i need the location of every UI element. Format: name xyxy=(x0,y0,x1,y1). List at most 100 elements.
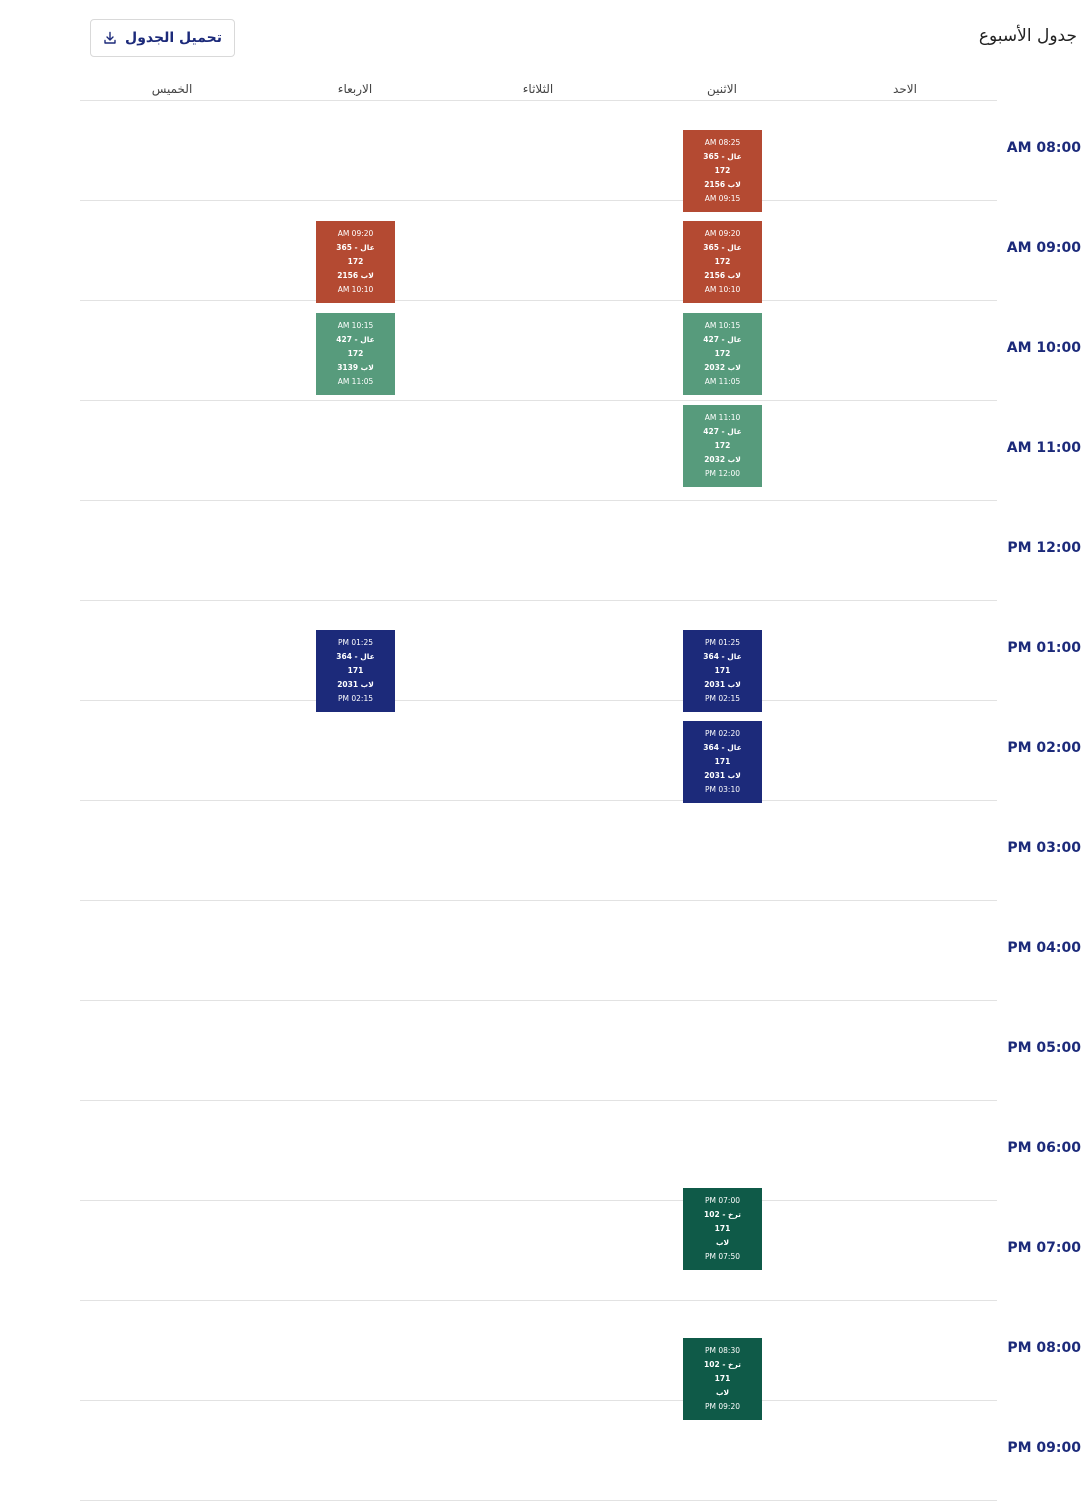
event-room: لاب xyxy=(715,1238,730,1247)
time-label: PM 03:00 xyxy=(1007,840,1081,856)
event-course: عال - 427 xyxy=(703,427,742,436)
day-header: الخميس xyxy=(151,82,193,96)
time-label: PM 05:00 xyxy=(1007,1040,1081,1056)
grid-line xyxy=(80,800,997,801)
event-end-time: PM 09:20 xyxy=(705,1402,740,1411)
event-end-time: PM 02:15 xyxy=(338,694,373,703)
event-room: لاب xyxy=(715,1388,730,1397)
event-end-time: AM 11:05 xyxy=(337,377,374,386)
grid-line xyxy=(80,900,997,901)
event-section: 171 xyxy=(714,1374,731,1383)
event-start-time: AM 10:15 xyxy=(337,321,374,330)
event-room: لاب 2156 xyxy=(704,180,741,189)
time-label: AM 08:00 xyxy=(1006,140,1081,156)
time-label: AM 09:00 xyxy=(1006,240,1081,256)
event-section: 171 xyxy=(714,666,731,675)
day-header: الاحد xyxy=(893,82,917,96)
time-label: PM 04:00 xyxy=(1007,940,1081,956)
event-end-time: PM 07:50 xyxy=(705,1252,740,1261)
grid-line xyxy=(80,1200,997,1201)
event-course: عال - 364 xyxy=(703,652,742,661)
class-event[interactable]: PM 01:25 عال - 364 171 لاب 2031 PM 02:15 xyxy=(316,630,395,712)
event-start-time: AM 08:25 xyxy=(704,138,741,147)
event-section: 172 xyxy=(347,349,364,358)
day-header: الاربعاء xyxy=(337,82,373,96)
class-event[interactable]: PM 02:20 عال - 364 171 لاب 2031 PM 03:10 xyxy=(683,721,762,803)
event-start-time: AM 10:15 xyxy=(704,321,741,330)
event-end-time: PM 02:15 xyxy=(705,694,740,703)
event-room: لاب 2031 xyxy=(337,680,374,689)
download-icon xyxy=(103,31,117,45)
event-course: عال - 365 xyxy=(703,152,742,161)
time-label: PM 12:00 xyxy=(1007,540,1081,556)
time-label: PM 01:00 xyxy=(1007,640,1081,656)
class-event[interactable]: AM 08:25 عال - 365 172 لاب 2156 AM 09:15 xyxy=(683,130,762,212)
event-start-time: PM 01:25 xyxy=(338,638,373,647)
page-title: جدول الأسبوع xyxy=(978,26,1077,46)
grid-line xyxy=(80,1500,997,1501)
class-event[interactable]: AM 09:20 عال - 365 172 لاب 2156 AM 10:10 xyxy=(316,221,395,303)
grid-line xyxy=(80,700,997,701)
event-section: 172 xyxy=(714,441,731,450)
class-event[interactable]: PM 01:25 عال - 364 171 لاب 2031 PM 02:15 xyxy=(683,630,762,712)
event-section: 172 xyxy=(714,257,731,266)
class-event[interactable]: AM 09:20 عال - 365 172 لاب 2156 AM 10:10 xyxy=(683,221,762,303)
event-end-time: AM 11:05 xyxy=(704,377,741,386)
grid-line xyxy=(80,1100,997,1101)
grid-line xyxy=(80,1000,997,1001)
time-label: PM 06:00 xyxy=(1007,1140,1081,1156)
event-start-time: AM 09:20 xyxy=(704,229,741,238)
event-course: عال - 364 xyxy=(336,652,375,661)
event-course: عال - 365 xyxy=(336,243,375,252)
event-section: 172 xyxy=(347,257,364,266)
class-event[interactable]: AM 11:10 عال - 427 172 لاب 2032 PM 12:00 xyxy=(683,405,762,487)
event-room: لاب 3139 xyxy=(337,363,374,372)
event-end-time: AM 10:10 xyxy=(704,285,741,294)
grid-line xyxy=(80,1300,997,1301)
event-course: عال - 364 xyxy=(703,743,742,752)
time-label: PM 08:00 xyxy=(1007,1340,1081,1356)
grid-line xyxy=(80,600,997,601)
download-schedule-button[interactable]: تحميل الجدول xyxy=(90,19,235,57)
class-event[interactable]: PM 07:00 ترخ - 102 171 لاب PM 07:50 xyxy=(683,1188,762,1270)
event-start-time: AM 11:10 xyxy=(704,413,741,422)
event-end-time: PM 12:00 xyxy=(705,469,740,478)
event-start-time: PM 02:20 xyxy=(705,729,740,738)
event-section: 172 xyxy=(714,166,731,175)
time-label: PM 07:00 xyxy=(1007,1240,1081,1256)
event-section: 171 xyxy=(714,1224,731,1233)
event-room: لاب 2156 xyxy=(337,271,374,280)
day-header: الثلاثاء xyxy=(522,82,554,96)
event-section: 171 xyxy=(714,757,731,766)
class-event[interactable]: PM 08:30 ترخ - 102 171 لاب PM 09:20 xyxy=(683,1338,762,1420)
event-start-time: PM 07:00 xyxy=(705,1196,740,1205)
event-course: عال - 365 xyxy=(703,243,742,252)
event-room: لاب 2032 xyxy=(704,363,741,372)
grid-line xyxy=(80,100,997,101)
time-label: AM 11:00 xyxy=(1006,440,1081,456)
grid-line xyxy=(80,200,997,201)
grid-line xyxy=(80,500,997,501)
event-room: لاب 2032 xyxy=(704,455,741,464)
event-course: ترخ - 102 xyxy=(704,1210,741,1219)
grid-line xyxy=(80,400,997,401)
event-room: لاب 2156 xyxy=(704,271,741,280)
event-end-time: PM 03:10 xyxy=(705,785,740,794)
class-event[interactable]: AM 10:15 عال - 427 172 لاب 3139 AM 11:05 xyxy=(316,313,395,395)
day-header: الاثنين xyxy=(707,82,737,96)
event-section: 172 xyxy=(714,349,731,358)
event-course: عال - 427 xyxy=(703,335,742,344)
event-section: 171 xyxy=(347,666,364,675)
event-room: لاب 2031 xyxy=(704,771,741,780)
grid-line xyxy=(80,1400,997,1401)
time-label: PM 02:00 xyxy=(1007,740,1081,756)
event-end-time: AM 09:15 xyxy=(704,194,741,203)
time-label: PM 09:00 xyxy=(1007,1440,1081,1456)
event-course: عال - 427 xyxy=(336,335,375,344)
event-start-time: PM 08:30 xyxy=(705,1346,740,1355)
event-end-time: AM 10:10 xyxy=(337,285,374,294)
event-course: ترخ - 102 xyxy=(704,1360,741,1369)
class-event[interactable]: AM 10:15 عال - 427 172 لاب 2032 AM 11:05 xyxy=(683,313,762,395)
time-label: AM 10:00 xyxy=(1006,340,1081,356)
event-start-time: PM 01:25 xyxy=(705,638,740,647)
